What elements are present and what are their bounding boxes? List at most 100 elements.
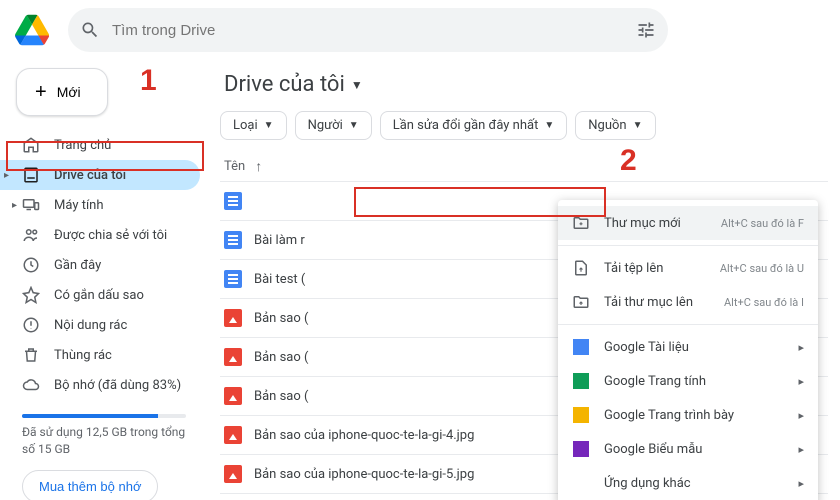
- menu-item-label: Tải thư mục lên: [604, 295, 693, 310]
- sidebar-item-label: Trang chủ: [54, 138, 111, 153]
- shortcut-text: Alt+C sau đó là I: [724, 296, 804, 309]
- spam-icon: [22, 316, 40, 334]
- filter-bar: Loại▼ Người▼ Lần sửa đổi gần đây nhất▼Nguồ…: [220, 111, 828, 140]
- search-input[interactable]: [112, 22, 624, 39]
- buy-storage-button[interactable]: Mua thêm bộ nhớ: [22, 470, 158, 500]
- star-icon: [22, 286, 40, 304]
- page-title[interactable]: Drive của tôi ▼: [220, 64, 828, 111]
- sidebar: + Mới Trang chủ ▸ Drive của tôi ▸ Máy tí…: [0, 60, 208, 500]
- new-button[interactable]: + Mới: [16, 68, 108, 116]
- context-menu-item[interactable]: Ứng dụng khác ▸: [558, 466, 818, 500]
- sidebar-item-computers[interactable]: ▸ Máy tính: [8, 190, 200, 220]
- sidebar-item-recent[interactable]: Gần đây: [8, 250, 200, 280]
- cloud-icon: [22, 376, 40, 394]
- drive-logo[interactable]: [12, 10, 52, 50]
- trash-icon: [22, 346, 40, 364]
- file-name: Bài test (: [254, 272, 305, 287]
- sidebar-item-starred[interactable]: Có gắn dấu sao: [8, 280, 200, 310]
- upload-file-icon: [572, 259, 590, 277]
- context-menu-item[interactable]: Thư mục mới Alt+C sau đó là F: [558, 206, 818, 240]
- docs-icon: [572, 338, 590, 356]
- context-menu-item[interactable]: Tải tệp lên Alt+C sau đó là U: [558, 251, 818, 285]
- chevron-right-icon: ▸: [798, 375, 804, 388]
- menu-item-label: Google Biểu mẫu: [604, 442, 702, 457]
- menu-item-label: Thư mục mới: [604, 216, 681, 231]
- forms-icon: [572, 440, 590, 458]
- docs-icon: [224, 270, 242, 288]
- file-name: Bản sao (: [254, 350, 308, 365]
- sidebar-item-spam[interactable]: Nội dung rác: [8, 310, 200, 340]
- sidebar-item-mydrive[interactable]: ▸ Drive của tôi: [0, 160, 200, 190]
- devices-icon: [22, 196, 40, 214]
- sidebar-item-label: Máy tính: [54, 198, 104, 213]
- menu-item-label: Google Trang tính: [604, 374, 706, 389]
- menu-item-label: Ứng dụng khác: [604, 476, 691, 491]
- file-name: Bài làm r: [254, 233, 305, 248]
- search-bar[interactable]: [68, 8, 668, 52]
- filter-chip[interactable]: Nguồn▼: [575, 111, 655, 140]
- sidebar-item-label: Thùng rác: [54, 348, 112, 363]
- chevron-down-icon: ▼: [351, 78, 363, 92]
- menu-item-label: Google Tài liệu: [604, 340, 689, 355]
- sort-arrow-icon[interactable]: ↑: [255, 158, 262, 175]
- chevron-right-icon: ▸: [12, 200, 17, 211]
- chevron-right-icon: ▸: [798, 477, 804, 490]
- context-menu-item[interactable]: Google Trang tính ▸: [558, 364, 818, 398]
- docs-icon: [224, 192, 242, 210]
- chevron-down-icon: ▼: [633, 120, 643, 131]
- people-icon: [22, 226, 40, 244]
- context-menu-item[interactable]: Google Biểu mẫu ▸: [558, 432, 818, 466]
- search-icon: [80, 20, 100, 40]
- shortcut-text: Alt+C sau đó là U: [720, 262, 804, 275]
- storage-text: Đã sử dụng 12,5 GB trong tổng số 15 GB: [22, 424, 186, 458]
- chevron-right-icon: ▸: [798, 443, 804, 456]
- shortcut-text: Alt+C sau đó là F: [721, 217, 804, 230]
- file-name: Bản sao (: [254, 311, 308, 326]
- sidebar-item-label: Drive của tôi: [54, 168, 126, 183]
- image-icon: [224, 309, 242, 327]
- home-icon: [22, 136, 40, 154]
- annotation-2: 2: [620, 144, 637, 178]
- tune-icon[interactable]: [636, 20, 656, 40]
- new-button-label: Mới: [57, 84, 81, 100]
- chevron-down-icon: ▼: [544, 120, 554, 131]
- clock-icon: [22, 256, 40, 274]
- slides-icon: [572, 406, 590, 424]
- context-menu-item[interactable]: Google Tài liệu ▸: [558, 330, 818, 364]
- list-header[interactable]: Tên ↑: [220, 152, 828, 182]
- filter-chip[interactable]: Lần sửa đổi gần đây nhất▼: [380, 111, 568, 140]
- annotation-1: 1: [140, 64, 157, 98]
- image-icon: [224, 426, 242, 444]
- upload-folder-icon: [572, 293, 590, 311]
- menu-item-label: Tải tệp lên: [604, 261, 663, 276]
- sidebar-item-trash[interactable]: Thùng rác: [8, 340, 200, 370]
- chevron-right-icon: ▸: [4, 170, 9, 181]
- docs-icon: [224, 231, 242, 249]
- context-menu-item[interactable]: Google Trang trình bày▸: [558, 398, 818, 432]
- file-name: Bản sao của iphone-quoc-te-la-gi-4.jpg: [254, 428, 474, 443]
- sidebar-item-shared[interactable]: Được chia sẻ với tôi: [8, 220, 200, 250]
- sidebar-item-home[interactable]: Trang chủ: [8, 130, 200, 160]
- sidebar-item-label: Được chia sẻ với tôi: [54, 228, 167, 243]
- sheets-icon: [572, 372, 590, 390]
- chevron-right-icon: ▸: [798, 341, 804, 354]
- context-menu-item[interactable]: Tải thư mục lên Alt+C sau đó là I: [558, 285, 818, 319]
- image-icon: [224, 348, 242, 366]
- chevron-down-icon: ▼: [264, 120, 274, 131]
- chevron-right-icon: ▸: [798, 409, 804, 422]
- file-name: Bản sao (: [254, 389, 308, 404]
- context-menu: Thư mục mới Alt+C sau đó là F Tải tệp lên A…: [558, 200, 818, 500]
- image-icon: [224, 387, 242, 405]
- main-content: Drive của tôi ▼ Loại▼ Người▼ Lần sửa đổi g…: [208, 60, 840, 500]
- chevron-down-icon: ▼: [349, 120, 359, 131]
- drive-icon: [22, 166, 40, 184]
- sidebar-item-label: Nội dung rác: [54, 318, 127, 333]
- filter-chip[interactable]: Người▼: [295, 111, 372, 140]
- sidebar-item-storage[interactable]: Bộ nhớ (đã dùng 83%): [8, 370, 200, 400]
- plus-icon: +: [35, 81, 47, 104]
- sidebar-item-label: Có gắn dấu sao: [54, 288, 144, 303]
- sidebar-item-label: Bộ nhớ (đã dùng 83%): [54, 378, 181, 393]
- image-icon: [224, 465, 242, 483]
- column-name: Tên: [224, 159, 245, 174]
- filter-chip[interactable]: Loại▼: [220, 111, 287, 140]
